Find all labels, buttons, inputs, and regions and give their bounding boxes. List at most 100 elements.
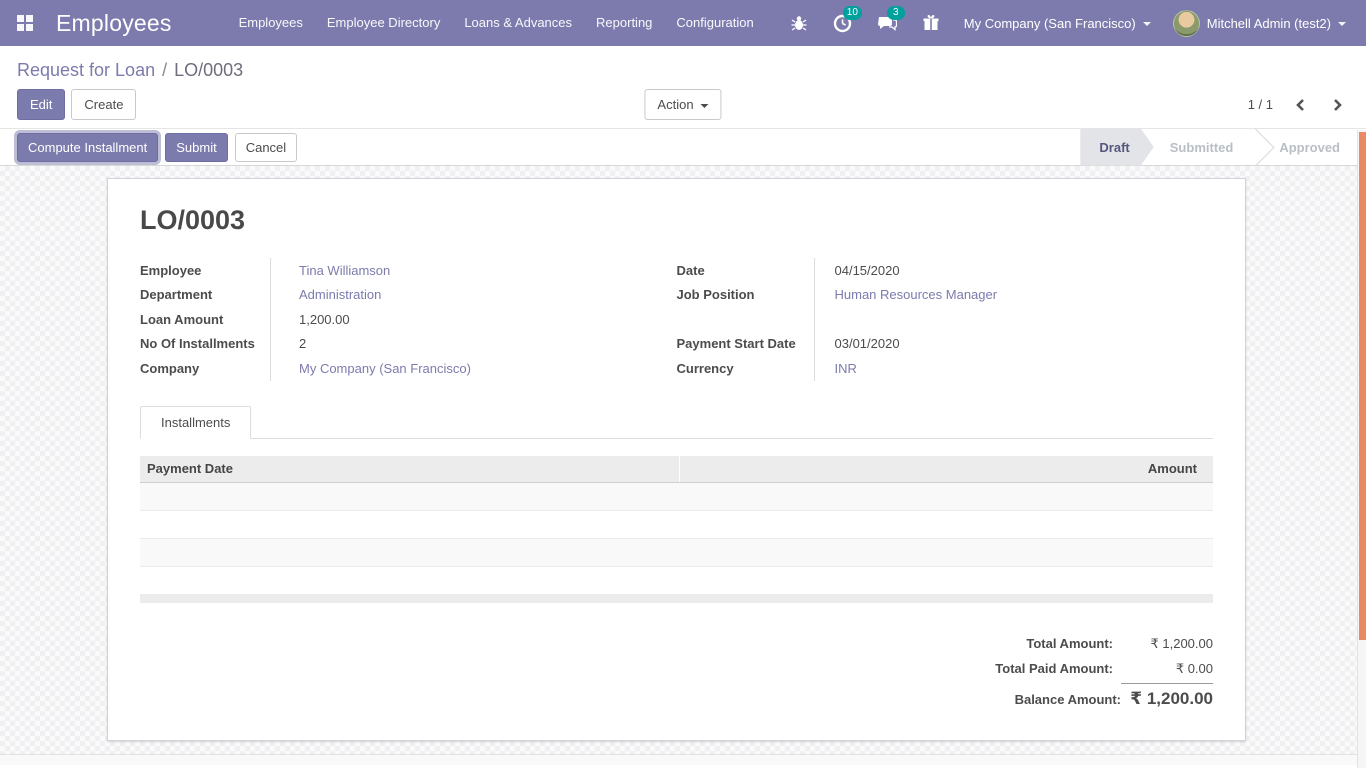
pager-next-icon[interactable] [1327,94,1349,116]
column-payment-date[interactable]: Payment Date [140,456,679,482]
debug-bug-icon[interactable] [782,0,816,46]
table-row[interactable] [140,483,1213,511]
user-avatar [1173,10,1200,37]
message-count-badge: 3 [887,6,905,20]
compute-installment-button[interactable]: Compute Installment [17,133,158,162]
field-label: Date [677,258,815,283]
control-panel-buttons: Edit Create Action 1 / 1 [0,87,1366,128]
user-menu[interactable]: Mitchell Admin (test2) [1167,0,1352,46]
record-title: LO/0003 [140,205,1213,236]
breadcrumb-parent-link[interactable]: Request for Loan [17,60,155,80]
breadcrumb-separator: / [160,60,169,80]
table-row[interactable] [140,567,1213,595]
field-label: Job Position [677,283,815,308]
installments-table: Payment Date Amount [140,456,1213,603]
field-group-left: Employee Tina Williamson Department Admi… [140,258,677,381]
total-amount-label: Total Amount: [1026,631,1113,656]
chevron-down-icon [1338,22,1346,26]
field-job-position: Job Position Human Resources Manager [677,283,1214,308]
table-row[interactable] [140,511,1213,539]
pager: 1 / 1 [1248,94,1349,116]
field-currency: Currency INR [677,356,1214,381]
app-title: Employees [56,10,172,37]
action-label: Action [657,97,693,112]
status-steps: Draft Submitted Approved [1080,129,1356,166]
user-name: Mitchell Admin (test2) [1207,16,1331,31]
pager-previous-icon[interactable] [1289,94,1311,116]
menu-employee-directory[interactable]: Employee Directory [318,0,449,46]
field-spacer-row [677,307,1214,332]
scrollbar-track[interactable] [1357,130,1366,768]
total-paid-value: ₹ 0.00 [1113,656,1213,681]
edit-button[interactable]: Edit [17,89,65,120]
submit-button[interactable]: Submit [165,133,227,162]
field-value: 03/01/2020 [815,336,900,351]
field-payment-start-date: Payment Start Date 03/01/2020 [677,332,1214,357]
field-value-link[interactable]: My Company (San Francisco) [271,361,471,376]
breadcrumb-current: LO/0003 [174,60,243,80]
tab-installments[interactable]: Installments [140,406,251,439]
field-installments-count: No Of Installments 2 [140,332,677,357]
menu-reporting[interactable]: Reporting [587,0,661,46]
field-label: No Of Installments [140,332,271,357]
menu-employees[interactable]: Employees [230,0,312,46]
field-label: Employee [140,258,271,283]
balance-value: ₹ 1,200.00 [1121,683,1213,711]
activities-clock-button[interactable]: 10 [826,0,860,46]
chevron-down-icon [701,104,709,108]
totals-block: Total Amount: ₹ 1,200.00 Total Paid Amou… [140,631,1213,712]
field-label: Currency [677,356,815,381]
status-step-draft[interactable]: Draft [1080,129,1153,166]
total-amount-value: ₹ 1,200.00 [1113,631,1213,656]
field-value: 1,200.00 [271,312,350,327]
field-value-link[interactable]: Human Resources Manager [815,287,998,302]
field-label [677,307,815,332]
company-name: My Company (San Francisco) [964,16,1136,31]
field-label: Department [140,283,271,308]
create-button[interactable]: Create [71,89,136,120]
field-groups: Employee Tina Williamson Department Admi… [140,258,1213,381]
table-footer [140,595,1213,603]
form-statusbar: Compute Installment Submit Cancel Draft … [0,128,1366,166]
field-department: Department Administration [140,283,677,308]
table-header: Payment Date Amount [140,456,1213,483]
total-paid-row: Total Paid Amount: ₹ 0.00 [995,656,1213,681]
page: Employees Employees Employee Directory L… [0,0,1366,765]
field-label: Company [140,356,271,381]
field-label: Loan Amount [140,307,271,332]
field-date: Date 04/15/2020 [677,258,1214,283]
footer-strip [0,754,1366,765]
field-value-link[interactable]: Tina Williamson [271,263,390,278]
menu-configuration[interactable]: Configuration [667,0,762,46]
field-value: 04/15/2020 [815,263,900,278]
company-switcher[interactable]: My Company (San Francisco) [958,0,1157,46]
gift-button[interactable] [914,0,948,46]
messages-button[interactable]: 3 [870,0,904,46]
field-value: 2 [271,336,306,351]
field-value-link[interactable]: INR [815,361,857,376]
top-navbar: Employees Employees Employee Directory L… [0,0,1366,46]
apps-menu-icon[interactable] [10,8,40,38]
cancel-button[interactable]: Cancel [235,133,297,162]
chevron-down-icon [1143,22,1151,26]
control-panel: Request for Loan / LO/0003 Edit Create A… [0,46,1366,128]
field-group-right: Date 04/15/2020 Job Position Human Resou… [677,258,1214,381]
field-value-link[interactable]: Administration [271,287,381,302]
bug-icon [790,14,808,32]
breadcrumb: Request for Loan / LO/0003 [0,46,1366,87]
field-company: Company My Company (San Francisco) [140,356,677,381]
grid-icon [17,15,33,31]
balance-label: Balance Amount: [1015,687,1121,712]
pager-count: 1 / 1 [1248,97,1273,112]
table-row[interactable] [140,539,1213,567]
action-dropdown-button[interactable]: Action [644,89,721,120]
field-loan-amount: Loan Amount 1,200.00 [140,307,677,332]
column-amount[interactable]: Amount [679,456,1213,482]
total-amount-row: Total Amount: ₹ 1,200.00 [1026,631,1213,656]
balance-row: Balance Amount: ₹ 1,200.00 [1015,681,1213,712]
status-step-approved[interactable]: Approved [1263,129,1356,166]
field-employee: Employee Tina Williamson [140,258,677,283]
field-label: Payment Start Date [677,332,815,357]
scrollbar-thumb[interactable] [1359,132,1366,640]
menu-loans-advances[interactable]: Loans & Advances [455,0,581,46]
